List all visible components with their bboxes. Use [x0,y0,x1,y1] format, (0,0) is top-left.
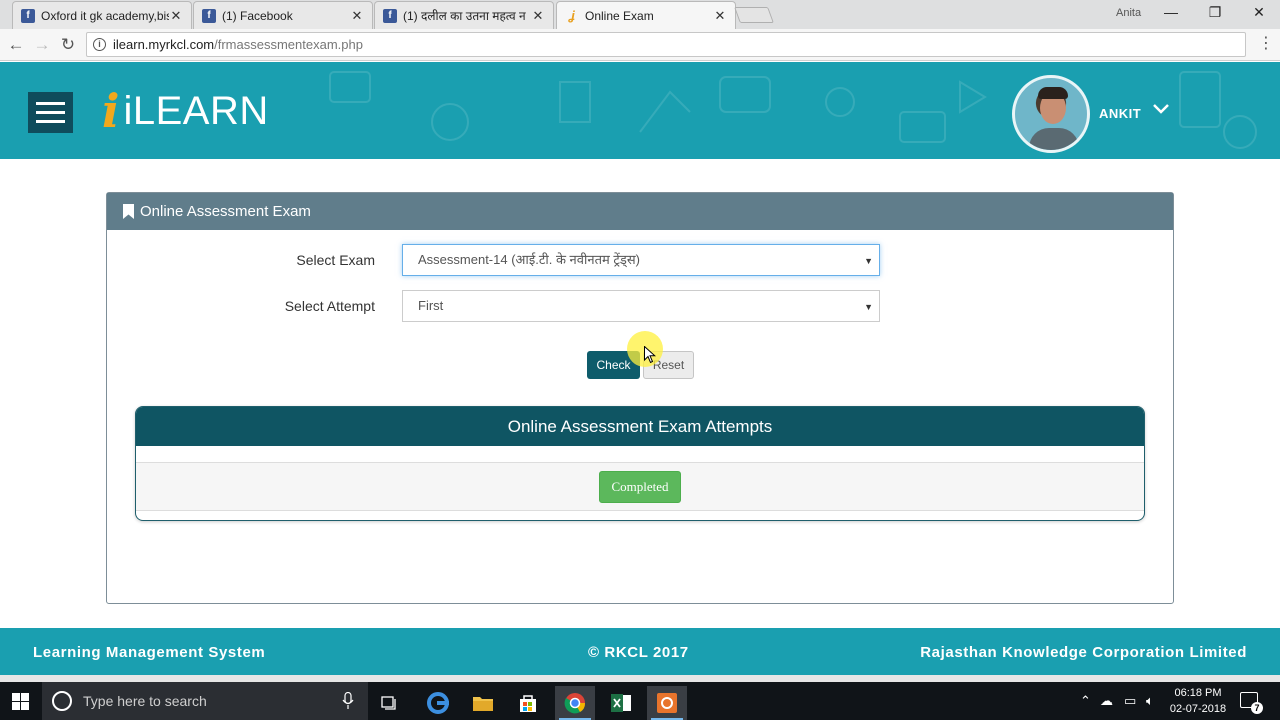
clock-time: 06:18 PM [1174,687,1222,699]
browser-tab-3[interactable]: f (1) दलील का उतना महत्व न ✕ [374,1,554,29]
tab-title: Oxford it gk academy,bis [41,8,169,23]
close-window-icon[interactable]: ✕ [1249,4,1269,22]
assessment-panel: Online Assessment Exam Select Exam Asses… [106,192,1174,604]
reload-icon[interactable]: ↻ [57,34,79,56]
chrome-icon[interactable] [555,686,595,720]
close-icon[interactable]: ✕ [531,8,545,24]
mouse-cursor-icon [644,346,656,364]
browser-tab-1[interactable]: f Oxford it gk academy,bis ✕ [12,1,192,29]
hamburger-menu-button[interactable] [28,92,73,133]
close-icon[interactable]: ✕ [713,8,727,24]
browser-tab-strip: f Oxford it gk academy,bis ✕ f (1) Faceb… [0,0,1280,29]
bookmark-icon [123,204,134,219]
new-tab-button[interactable] [734,7,774,23]
cortana-icon [52,691,72,711]
url-host: ilearn.myrkcl.com [113,37,215,52]
completed-button[interactable]: Completed [599,471,681,503]
store-icon[interactable] [508,686,548,720]
footer-copyright: © RKCL 2017 [588,644,689,661]
select-attempt-label: Select Attempt [284,298,375,314]
recorder-app-icon[interactable] [647,686,687,720]
onedrive-icon[interactable]: ☁ [1100,693,1113,709]
ilearn-logo[interactable]: i iLEARN [102,80,269,142]
excel-icon[interactable] [601,686,641,720]
forward-icon[interactable]: → [31,34,53,56]
browser-toolbar: ← → ↻ i ilearn.myrkcl.com/frmassessmente… [0,29,1280,61]
chevron-down-icon[interactable] [1152,100,1170,118]
file-explorer-icon[interactable] [463,686,503,720]
attempts-box: Online Assessment Exam Attempts Complete… [135,406,1145,521]
microphone-icon[interactable] [342,692,354,710]
edge-browser-icon[interactable] [418,686,458,720]
taskbar-search-box[interactable]: Type here to search [42,682,368,720]
windows-taskbar: Type here to search ⌃ ☁ ▭ 🔈︎ 06:18 PM 02… [0,682,1280,720]
footer-left-text: Learning Management System [33,644,266,661]
close-icon[interactable]: ✕ [350,8,364,24]
browser-tab-2[interactable]: f (1) Facebook ✕ [193,1,373,29]
facebook-icon: f [21,8,35,23]
attempts-header-row [136,446,1144,463]
task-view-icon[interactable] [370,686,410,720]
browser-menu-icon[interactable]: ⋮ [1258,33,1274,53]
site-footer: Learning Management System © RKCL 2017 R… [0,628,1280,675]
minimize-icon[interactable]: — [1161,4,1181,22]
select-exam-label: Select Exam [296,252,375,268]
footer-right-text: Rajasthan Knowledge Corporation Limited [920,644,1247,661]
notification-count-badge: 7 [1251,702,1263,714]
browser-tab-4[interactable]: ʝ Online Exam ✕ [556,1,736,29]
address-bar[interactable]: i ilearn.myrkcl.com/frmassessmentexam.ph… [86,32,1246,57]
clock-date: 02-07-2018 [1169,703,1227,715]
facebook-icon: f [202,8,216,23]
tab-title: Online Exam [585,8,654,23]
panel-header: Online Assessment Exam [107,193,1173,230]
tab-title: (1) दलील का उतना महत्व न [403,9,526,23]
logo-text: iLEARN [123,88,269,133]
facebook-icon: f [383,8,397,23]
select-exam-row: Select Exam Assessment-14 (आई.टी. के नवी… [107,244,1175,276]
taskbar-search-placeholder: Type here to search [83,693,207,709]
volume-icon[interactable]: 🔈︎ [1146,693,1154,709]
avatar[interactable] [1012,75,1090,153]
taskbar-clock[interactable]: 06:18 PM 02-07-2018 [1168,685,1228,717]
battery-icon[interactable]: ▭ [1124,693,1136,709]
logo-mark: i [102,84,120,138]
attempts-title: Online Assessment Exam Attempts [136,407,1144,446]
panel-title: Online Assessment Exam [140,203,311,220]
site-header: i iLEARN ANKIT [0,62,1280,159]
tray-chevron-up-icon[interactable]: ⌃ [1080,693,1091,709]
windows-start-icon[interactable] [12,693,29,710]
select-exam-dropdown[interactable]: Assessment-14 (आई.टी. के नवीनतम ट्रेंड्स… [402,244,880,276]
select-attempt-value: First [418,298,444,313]
info-icon[interactable]: i [93,38,106,51]
select-attempt-dropdown[interactable]: First ▼ [402,290,880,322]
dropdown-caret-icon: ▼ [864,256,873,266]
select-exam-value: Assessment-14 (आई.टी. के नवीनतम ट्रेंड्स… [418,252,640,267]
ilearn-icon: ʝ [569,8,575,23]
restore-icon[interactable]: ❐ [1205,4,1225,22]
username[interactable]: ANKIT [1099,106,1141,121]
dropdown-caret-icon: ▼ [864,302,873,312]
close-icon[interactable]: ✕ [169,8,183,24]
back-icon[interactable]: ← [5,34,27,56]
select-attempt-row: Select Attempt First ▼ [107,290,1175,322]
browser-profile-name[interactable]: Anita [1116,7,1141,19]
tab-title: (1) Facebook [222,8,293,23]
page-bottom-strip [0,675,1280,682]
table-row: Completed [136,463,1144,511]
url-path: /frmassessmentexam.php [214,37,363,52]
